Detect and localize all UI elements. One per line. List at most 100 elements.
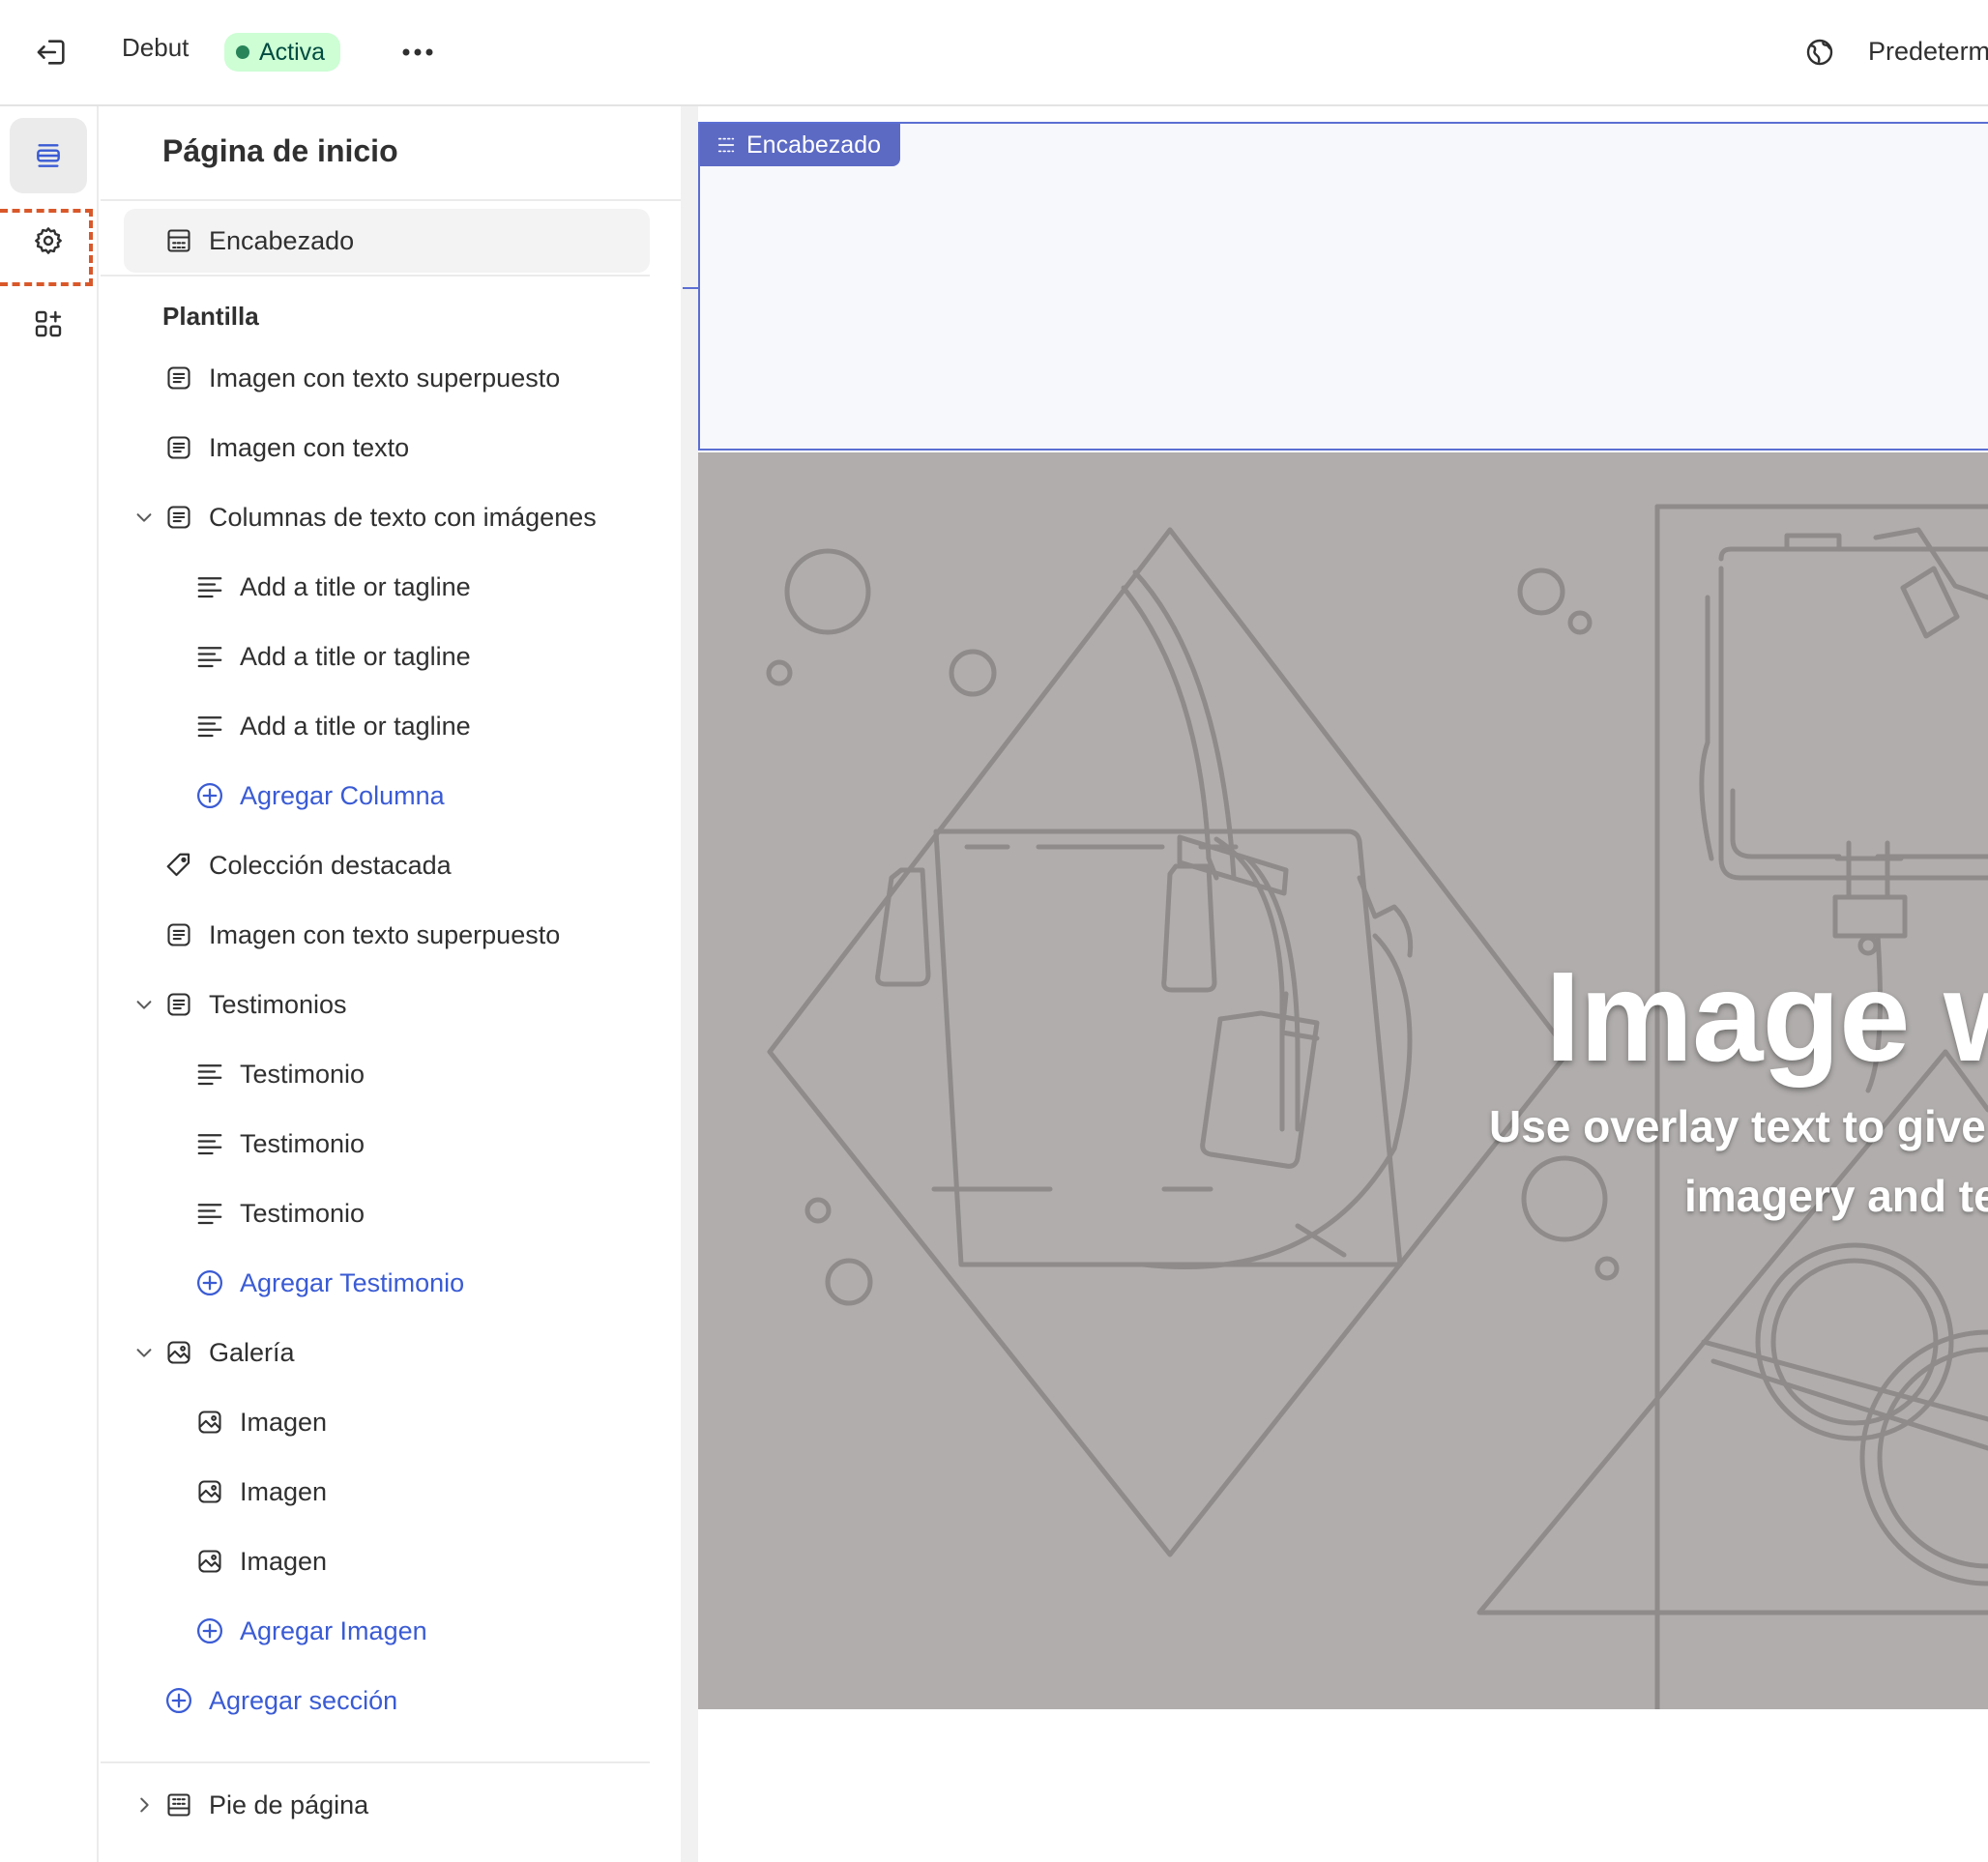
image-icon [193,1545,226,1578]
page-title: Página de inicio [162,133,398,168]
highlight-outline [0,209,93,286]
preview-hero-section[interactable]: Image w Use overlay text to give imagery… [698,452,1988,1709]
image-icon [193,1475,226,1508]
sidebar-item-label: Imagen con texto superpuesto [209,919,561,949]
sidebar-item-imagen[interactable]: Imagen [193,1460,327,1524]
sidebar-item-label: Imagen con texto [209,432,410,462]
add-button-agregar-imagen[interactable]: Agregar Imagen [193,1599,427,1663]
sidebar-item-footer[interactable]: Pie de página [162,1773,368,1837]
template-group-label: Plantilla [162,302,259,331]
footer-section-icon [162,1789,195,1821]
chevron-down-icon [136,513,152,522]
theme-name: Debut [122,33,190,62]
sidebar-item-imagen[interactable]: Imagen [193,1529,327,1593]
image-icon [162,1336,195,1369]
sidebar-item-testimonio[interactable]: Testimonio [193,1181,365,1245]
section-icon [162,431,195,464]
section-icon [162,362,195,394]
sidebar-item-galeria[interactable]: Galería [162,1321,295,1384]
sidebar-item-imagen-con-texto-superpuesto[interactable]: Imagen con texto superpuesto [162,903,560,967]
sidebar-item-label: Pie de página [209,1789,369,1819]
apps-icon [35,310,62,337]
section-tag-label: Encabezado [746,131,882,159]
status-badge: Activa [224,33,341,72]
sidebar-item-imagen[interactable]: Imagen [193,1390,327,1454]
add-circle-icon [162,1684,195,1717]
sidebar-item-label: Imagen [240,1546,328,1576]
sidebar-item-testimonios[interactable]: Testimonios [162,973,347,1036]
status-badge-label: Activa [259,38,326,66]
sidebar-item-add-a-title-or-tagline[interactable]: Add a title or tagline [193,625,471,688]
top-bar: Debut Activa Predeterm [0,0,1988,106]
sidebar-item-header[interactable]: Encabezado [124,209,650,273]
expand-footer-toggle[interactable] [130,1790,159,1819]
collapse-toggle[interactable] [130,990,159,1019]
theme-preview: Encabezado Image Use overlay text to giv… [698,106,1988,1862]
header-section-icon [162,224,195,257]
collapse-toggle[interactable] [130,503,159,532]
section-icon [162,501,195,534]
tag-icon [162,849,195,882]
more-horizontal-icon [402,48,433,56]
add-button-agregar-seccion[interactable]: Agregar sección [162,1669,397,1732]
sidebar-item-add-a-title-or-tagline[interactable]: Add a title or tagline [193,555,471,619]
sidebar-item-testimonio[interactable]: Testimonio [193,1112,365,1176]
add-button-agregar-columna[interactable]: Agregar Columna [193,764,445,828]
sidebar-item-label: Agregar Imagen [240,1615,427,1645]
sidebar-item-label: Agregar Testimonio [240,1267,465,1297]
sidebar-item-imagen-con-texto-superpuesto[interactable]: Imagen con texto superpuesto [162,346,560,410]
add-circle-icon [193,779,226,812]
sidebar-item-testimonio[interactable]: Testimonio [193,1042,365,1106]
sidebar-item-label: Galería [209,1337,295,1367]
sidebar-item-label: Agregar Columna [240,780,445,810]
sidebar-item-label: Testimonio [240,1128,365,1158]
text-block-icon [193,1058,226,1091]
preview-header-section[interactable]: Encabezado [698,122,1988,451]
sections-rail-button[interactable] [10,118,87,193]
sidebar-item-label: Imagen con texto superpuesto [209,363,561,393]
text-block-icon [193,640,226,673]
apps-rail-button[interactable] [10,286,87,362]
divider [101,275,650,276]
add-button-agregar-testimonio[interactable]: Agregar Testimonio [193,1251,464,1315]
text-block-icon [193,710,226,742]
sidebar-item-label: Add a title or tagline [240,711,471,741]
image-icon [193,1406,226,1439]
text-block-icon [193,1127,226,1160]
locale-selector[interactable]: Predeterm [1868,37,1988,67]
section-icon [162,918,195,951]
hero-title: Image w [1545,946,1988,1088]
globe-icon [1806,39,1833,66]
more-actions-button[interactable] [396,31,439,73]
icon-rail [0,106,99,1862]
add-circle-icon [193,1615,226,1647]
sidebar-item-label: Add a title or tagline [240,641,471,671]
exit-button[interactable] [27,27,77,77]
sidebar-item-label: Imagen [240,1476,328,1506]
hero-subtitle: imagery and te [1684,1171,1988,1221]
sidebar-item-label: Testimonios [209,989,347,1019]
panel-divider [681,106,698,1862]
sidebar-item-add-a-title-or-tagline[interactable]: Add a title or tagline [193,694,471,758]
language-button[interactable] [1798,31,1841,73]
text-block-icon [193,570,226,603]
sidebar-item-label: Agregar sección [209,1685,398,1715]
sidebar-item-label: Colección destacada [209,850,452,880]
text-block-icon [193,1197,226,1230]
sidebar-item-coleccion-destacada[interactable]: Colección destacada [162,833,452,897]
sections-sidebar: Página de inicio Encabezado Plantilla Pi… [101,106,681,1862]
add-circle-icon [193,1266,226,1299]
section-icon [162,988,195,1021]
sidebar-item-label: Imagen [240,1407,328,1437]
collapse-toggle[interactable] [130,1338,159,1367]
header-section-icon [717,137,735,153]
sidebar-item-label: Testimonio [240,1059,365,1089]
chevron-right-icon [140,1797,149,1813]
exit-icon [37,40,65,65]
sidebar-item-label: Encabezado [209,225,355,255]
selection-marker [683,287,698,289]
divider [101,199,681,201]
sidebar-item-label: Add a title or tagline [240,571,471,601]
sidebar-item-columnas-de-texto-con-imagenes[interactable]: Columnas de texto con imágenes [162,485,597,549]
sidebar-item-imagen-con-texto[interactable]: Imagen con texto [162,416,409,480]
